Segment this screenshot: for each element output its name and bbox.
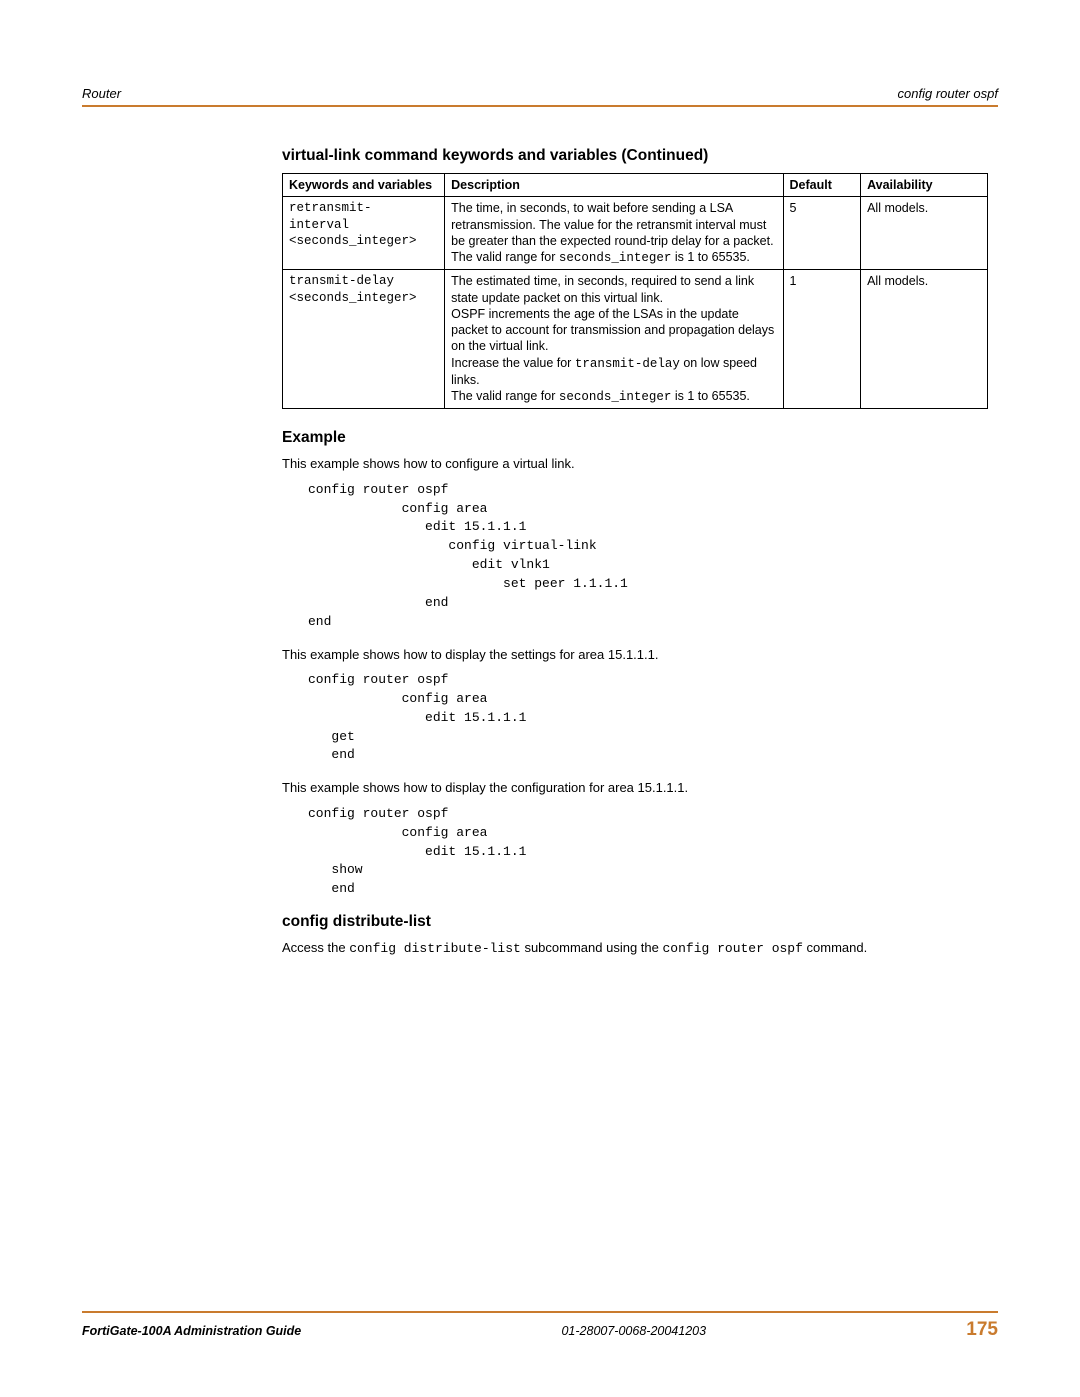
cell-availability: All models.: [861, 197, 988, 270]
cell-keyword: retransmit- interval <seconds_integer>: [283, 197, 445, 270]
cell-default: 5: [783, 197, 861, 270]
code-block-3: config router ospf config area edit 15.1…: [308, 805, 988, 899]
table-header-row: Keywords and variables Description Defau…: [283, 174, 988, 197]
th-availability: Availability: [861, 174, 988, 197]
table-row: transmit-delay <seconds_integer> The est…: [283, 270, 988, 409]
cell-keyword: transmit-delay <seconds_integer>: [283, 270, 445, 409]
th-description: Description: [445, 174, 783, 197]
footer-guide-title: FortiGate-100A Administration Guide: [82, 1324, 301, 1338]
example-intro-1: This example shows how to configure a vi…: [282, 455, 988, 473]
code-block-2: config router ospf config area edit 15.1…: [308, 671, 988, 765]
table-row: retransmit- interval <seconds_integer> T…: [283, 197, 988, 270]
code-block-1: config router ospf config area edit 15.1…: [308, 481, 988, 632]
distribute-list-heading: config distribute-list: [282, 913, 988, 931]
table-title: virtual-link command keywords and variab…: [282, 147, 988, 165]
th-keywords: Keywords and variables: [283, 174, 445, 197]
header-right: config router ospf: [898, 86, 998, 101]
footer-page-number: 175: [966, 1319, 998, 1341]
footer-rule: [82, 1311, 998, 1313]
th-default: Default: [783, 174, 861, 197]
cell-availability: All models.: [861, 270, 988, 409]
cell-description: The estimated time, in seconds, required…: [445, 270, 783, 409]
example-intro-2: This example shows how to display the se…: [282, 646, 988, 664]
cell-description: The time, in seconds, to wait before sen…: [445, 197, 783, 270]
keywords-table: Keywords and variables Description Defau…: [282, 173, 988, 409]
header-rule: [82, 105, 998, 107]
footer-doc-id: 01-28007-0068-20041203: [561, 1324, 706, 1338]
header-left: Router: [82, 86, 121, 101]
distribute-list-body: Access the config distribute-list subcom…: [282, 939, 988, 958]
example-intro-3: This example shows how to display the co…: [282, 779, 988, 797]
cell-default: 1: [783, 270, 861, 409]
example-heading: Example: [282, 429, 988, 447]
